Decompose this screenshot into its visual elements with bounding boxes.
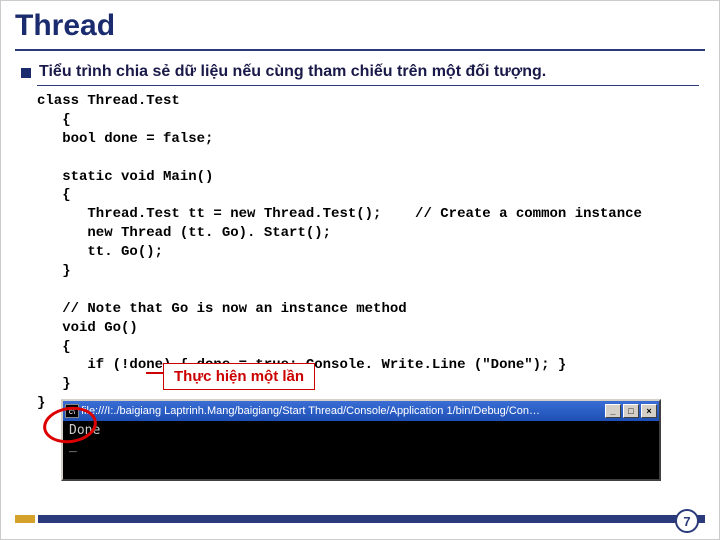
subtitle-row: Tiểu trình chia sẻ dữ liệu nếu cùng tham…	[1, 59, 719, 83]
minimize-button[interactable]: _	[605, 404, 621, 418]
bullet-icon	[21, 68, 31, 78]
footer-bar	[15, 515, 705, 523]
code-block: class Thread.Test { bool done = false; s…	[1, 90, 719, 413]
window-buttons: _ □ ×	[605, 404, 657, 418]
console-cursor: _	[69, 438, 653, 453]
console-window: c\ file:///I:./baigiang Laptrinh.Mang/ba…	[61, 399, 661, 481]
console-body: Done _	[63, 421, 659, 455]
console-titlebar: c\ file:///I:./baigiang Laptrinh.Mang/ba…	[63, 401, 659, 421]
callout-box: Thực hiện một lần	[163, 363, 315, 390]
close-button[interactable]: ×	[641, 404, 657, 418]
footer-accent-gold	[15, 515, 35, 523]
subtitle-underline	[37, 85, 699, 86]
title-underline	[15, 49, 705, 51]
maximize-button[interactable]: □	[623, 404, 639, 418]
title-bar: Thread	[1, 1, 719, 47]
console-title: file:///I:./baigiang Laptrinh.Mang/baigi…	[81, 405, 605, 417]
slide: Thread Tiểu trình chia sẻ dữ liệu nếu cù…	[0, 0, 720, 540]
page-number-badge: 7	[675, 509, 699, 533]
console-output: Done	[69, 423, 653, 438]
footer-accent-blue	[38, 515, 705, 523]
subtitle: Tiểu trình chia sẻ dữ liệu nếu cùng tham…	[39, 63, 546, 81]
slide-title: Thread	[15, 9, 705, 43]
